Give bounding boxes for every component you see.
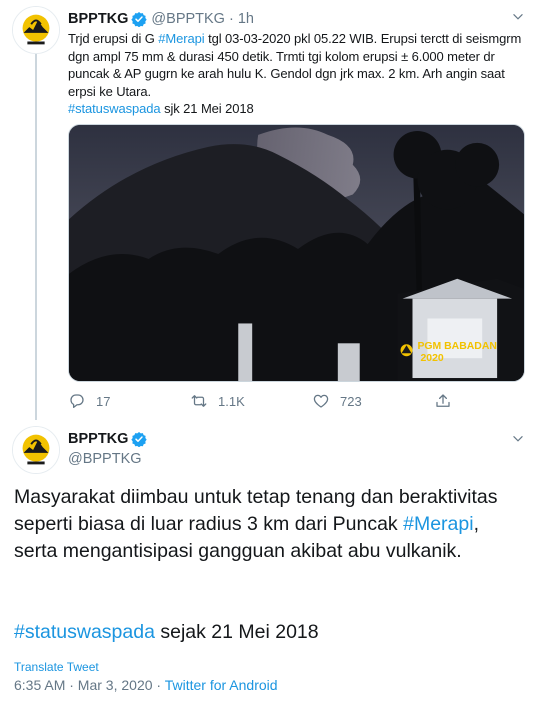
display-name[interactable]: BPPTKG <box>68 11 128 27</box>
hashtag-merapi-link[interactable]: #Merapi <box>403 513 473 535</box>
tweet-2-text: Masyarakat diimbau untuk tetap tenang da… <box>14 484 526 565</box>
tweet-1-header: BPPTKG @BPPTKG · 1h <box>68 10 254 28</box>
like-button[interactable]: 723 <box>312 390 362 412</box>
photo-watermark-line2: 2020 <box>420 353 443 364</box>
tweet-timestamp[interactable]: 6:35 AM · Mar 3, 2020 · <box>14 677 165 693</box>
reply-button[interactable]: 17 <box>68 390 110 412</box>
chevron-down-icon[interactable] <box>511 10 525 24</box>
eruption-photo: PGM BABADAN 2020 <box>69 125 524 381</box>
retweet-icon <box>191 395 207 407</box>
verified-badge-icon <box>131 12 148 27</box>
avatar[interactable] <box>12 6 60 54</box>
tweet-source-link[interactable]: Twitter for Android <box>165 677 278 693</box>
hashtag-merapi-link[interactable]: #Merapi <box>158 31 204 46</box>
reply-count: 17 <box>96 393 111 409</box>
retweet-count: 1.1K <box>218 393 245 409</box>
tweet-1-text-part: Trjd erupsi di G <box>68 31 159 46</box>
tweet-1-photo[interactable]: PGM BABADAN 2020 <box>68 124 525 382</box>
tweet-2-text-tail: sejak 21 Mei 2018 <box>154 621 319 643</box>
tweet-2-meta: 6:35 AM · Mar 3, 2020 · Twitter for Andr… <box>14 677 278 693</box>
bpptkg-logo-avatar <box>13 7 59 53</box>
pgm-babadan-logo <box>400 344 413 357</box>
like-count: 723 <box>340 393 362 409</box>
display-name[interactable]: BPPTKG <box>68 431 128 447</box>
chevron-down-icon[interactable] <box>511 432 525 446</box>
handle[interactable]: @BPPTKG <box>68 451 142 467</box>
hashtag-statuswaspada-link[interactable]: #statuswaspada <box>14 621 155 643</box>
avatar[interactable] <box>12 426 60 474</box>
tweet-1-actions: 17 1.1K 723 <box>68 390 468 412</box>
retweet-button[interactable]: 1.1K <box>190 390 245 412</box>
tweet-2-status-line: #statuswaspada sejak 21 Mei 2018 <box>14 619 319 646</box>
thread-connector-line <box>35 54 37 420</box>
tweet-1[interactable]: BPPTKG @BPPTKG · 1h Trjd erupsi di G #Me… <box>0 0 539 420</box>
hashtag-statuswaspada-link[interactable]: #statuswaspada <box>68 101 161 116</box>
separator-dot: · <box>228 11 234 27</box>
tweet-1-text: Trjd erupsi di G #Merapi tgl 03-03-2020 … <box>68 30 530 118</box>
photo-watermark-line1: PGM BABADAN <box>417 341 496 352</box>
tweet-2-header: BPPTKG <box>68 430 151 448</box>
translate-tweet-link[interactable]: Translate Tweet <box>14 660 99 674</box>
verified-badge-icon <box>131 432 148 447</box>
share-icon <box>436 394 450 407</box>
like-icon <box>313 394 329 408</box>
share-button[interactable] <box>434 390 462 412</box>
bpptkg-logo-avatar <box>13 427 59 473</box>
reply-icon <box>70 394 84 409</box>
timestamp-relative[interactable]: 1h <box>238 11 254 27</box>
handle[interactable]: @BPPTKG <box>151 11 225 27</box>
tweet-1-text-tail: sjk 21 Mei 2018 <box>160 101 254 116</box>
